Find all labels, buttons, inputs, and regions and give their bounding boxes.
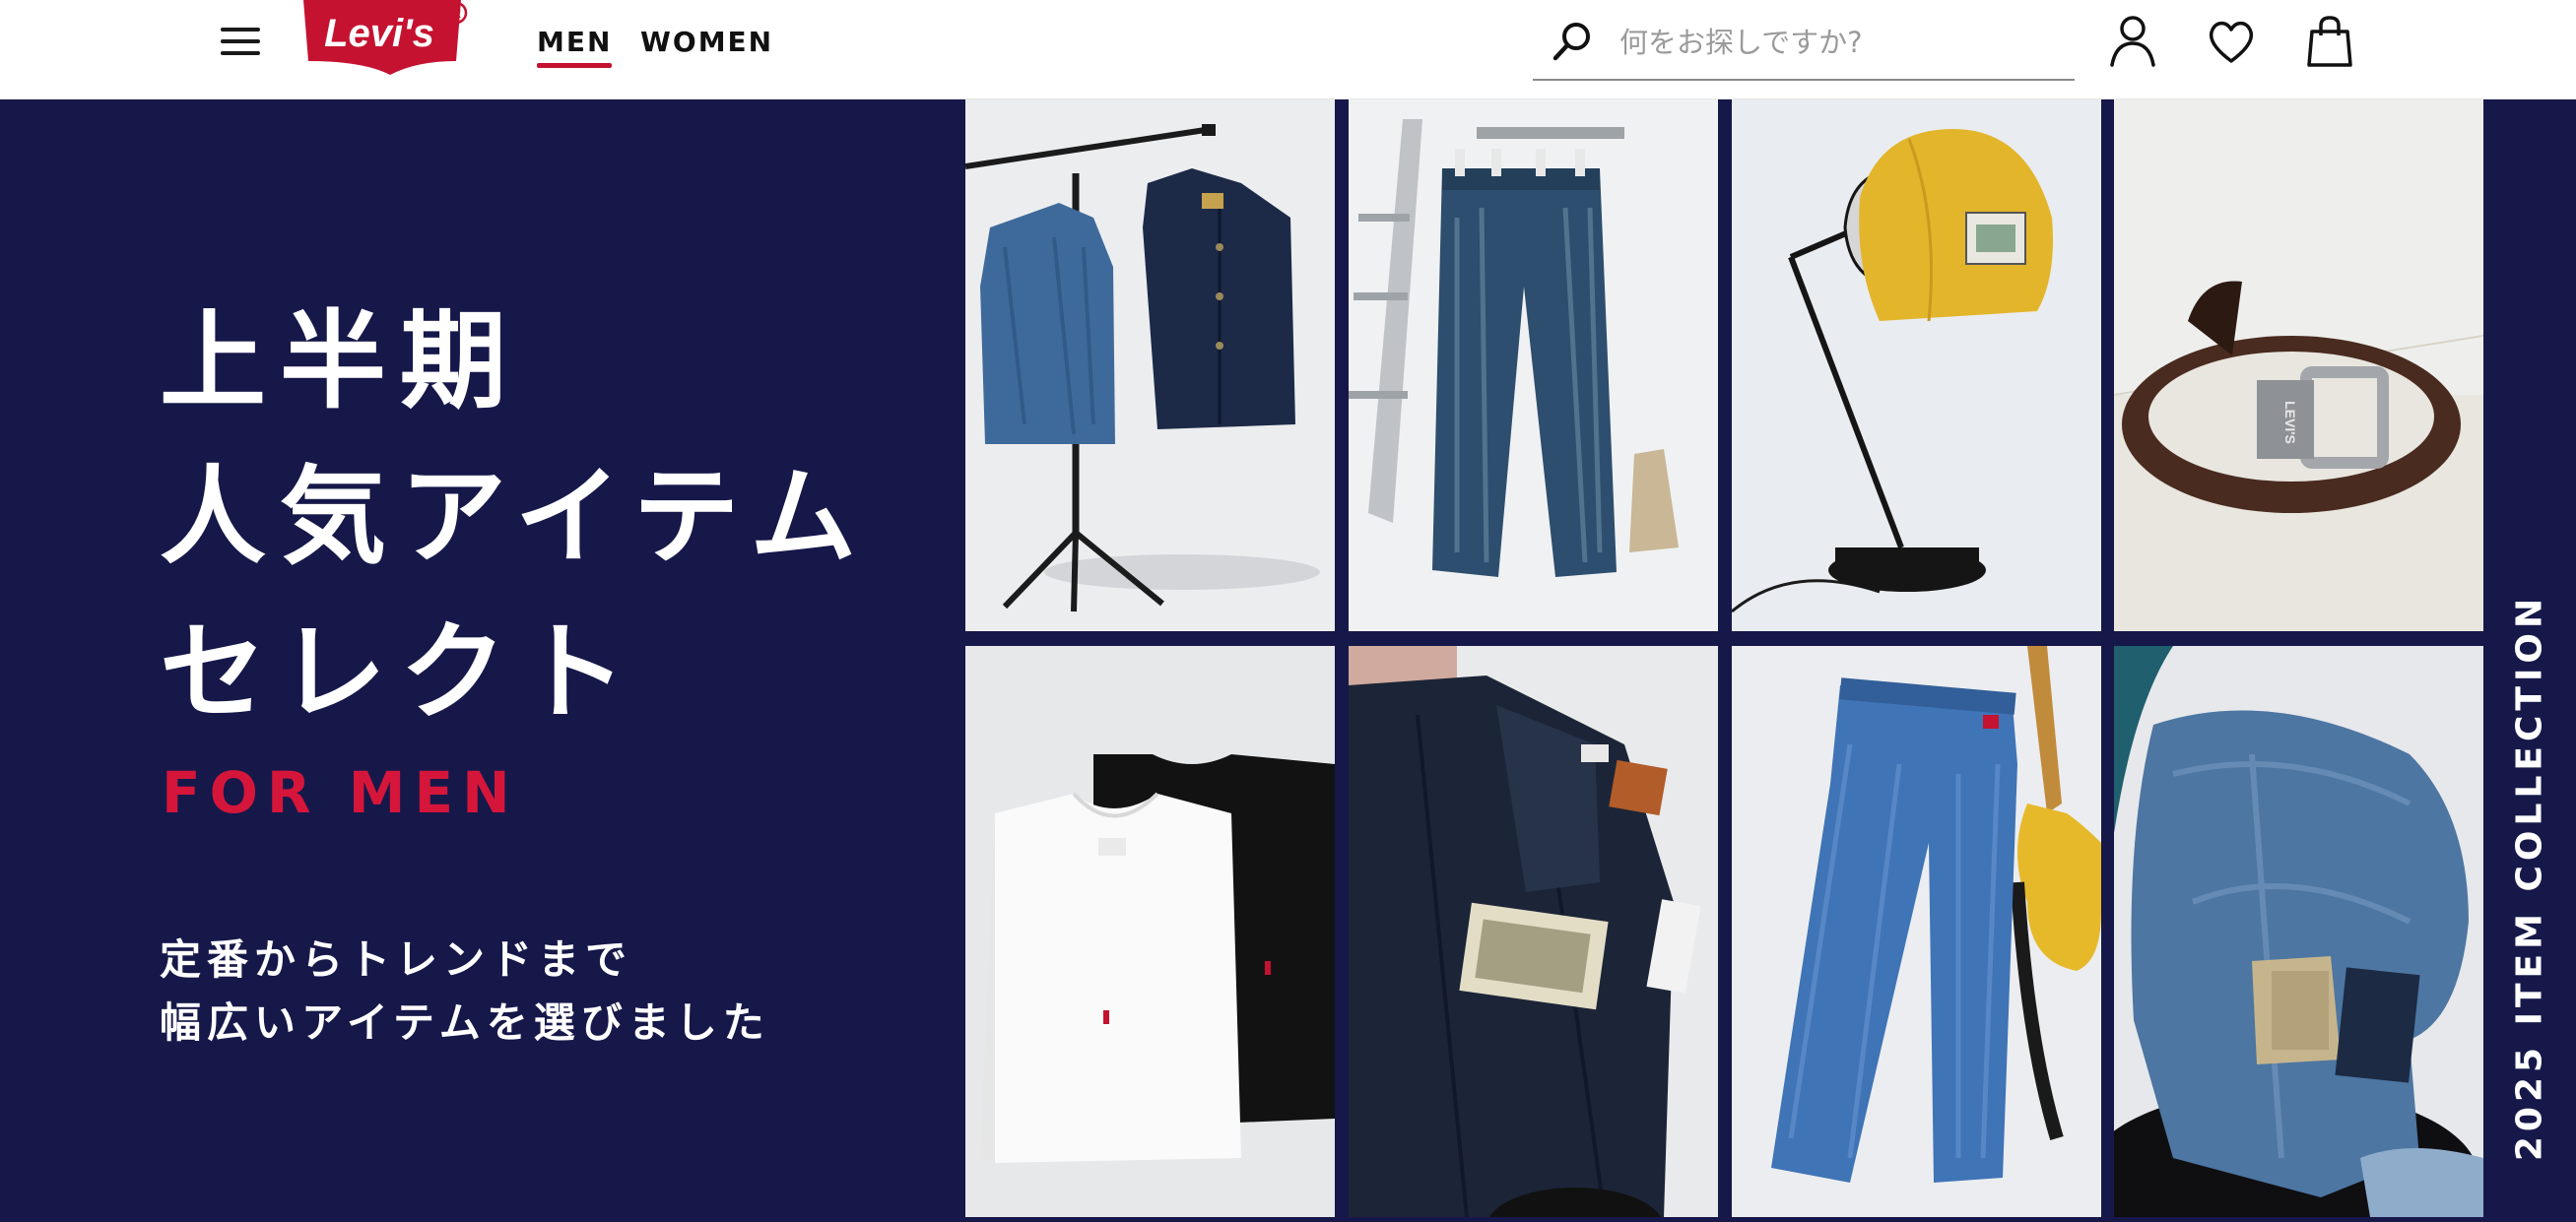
product-tile-folded-jeans[interactable] <box>2114 646 2483 1217</box>
search-input[interactable] <box>1619 18 2063 67</box>
nav-men[interactable]: MEN <box>537 26 613 68</box>
product-tile-t-shirts[interactable] <box>965 646 1335 1217</box>
search-bar <box>1533 10 2075 81</box>
product-tile-wide-jeans[interactable] <box>1349 99 1718 631</box>
account-icon[interactable] <box>2106 14 2159 69</box>
heart-icon[interactable] <box>2205 14 2258 69</box>
site-header: Levi's R MEN WOMEN <box>0 0 2576 99</box>
headline-line: セレクト <box>160 611 641 735</box>
menu-icon[interactable] <box>219 22 264 61</box>
for-men-tagline: FOR MEN <box>162 759 519 826</box>
subtext-line: 定番からトレンドまで <box>160 935 633 984</box>
subtext-line: 幅広いアイテムを選びました <box>160 998 770 1047</box>
product-tile-raw-denim[interactable] <box>1349 646 1718 1217</box>
hero-banner[interactable]: 上半期 人気アイテム セレクト FOR MEN 定番からトレンドまで 幅広いアイ… <box>0 99 2576 1222</box>
product-tile-yellow-cap[interactable] <box>1732 99 2101 631</box>
product-tile-denim-jacket[interactable] <box>965 99 1335 631</box>
shopping-bag-icon[interactable] <box>2303 14 2356 69</box>
svg-text:LEVI'S: LEVI'S <box>2282 401 2298 444</box>
hero-headline: 上半期 人気アイテム セレクト <box>160 285 870 751</box>
search-icon[interactable] <box>1549 18 1596 65</box>
product-tile-leather-belt[interactable]: LEVI'S <box>2114 99 2483 631</box>
product-tile-light-jeans[interactable] <box>1732 646 2101 1217</box>
nav-women[interactable]: WOMEN <box>640 26 773 58</box>
hero-subtext: 定番からトレンドまで 幅広いアイテムを選びました <box>160 929 770 1055</box>
collection-vertical-label: 2025 ITEM COLLECTION <box>2509 593 2550 1162</box>
headline-line: 人気アイテム <box>160 456 871 579</box>
levis-logo[interactable]: Levi's R <box>298 0 482 77</box>
logo-wordmark: Levi's <box>324 12 434 55</box>
svg-text:R: R <box>451 5 461 21</box>
headline-line: 上半期 <box>160 300 521 423</box>
